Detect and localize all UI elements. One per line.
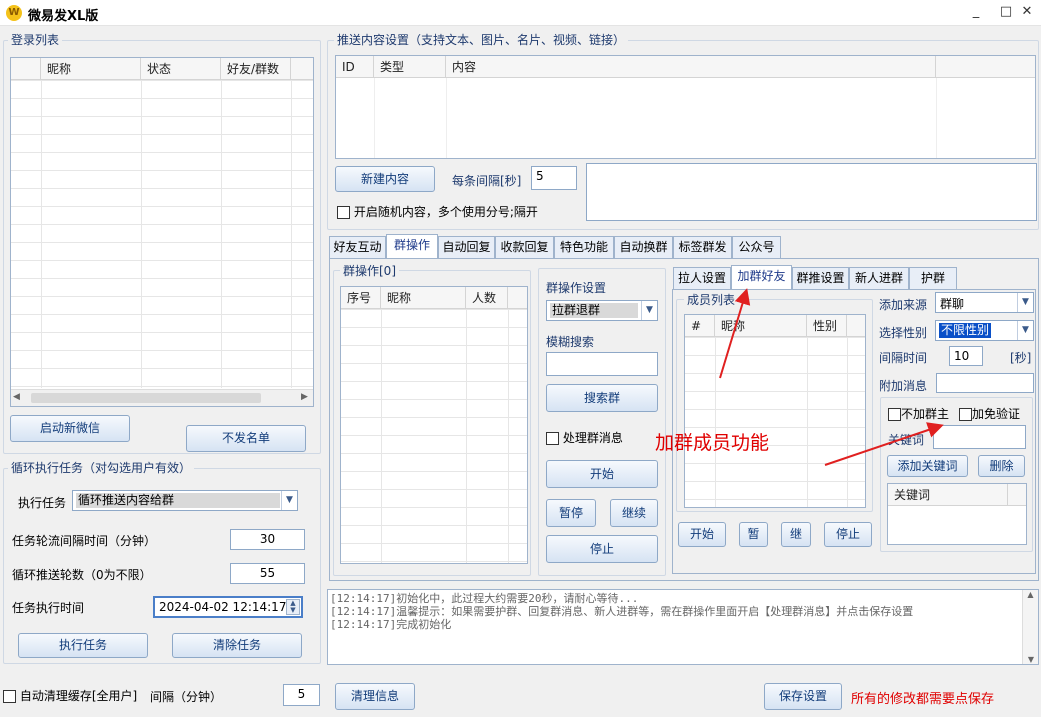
- task-select[interactable]: 循环推送内容给群 ▼: [72, 490, 298, 511]
- random-content-textarea[interactable]: [586, 163, 1037, 221]
- vertical-scrollbar[interactable]: ▲ ▼: [1022, 590, 1038, 664]
- col-type[interactable]: 类型: [374, 56, 446, 78]
- member-continue-button[interactable]: 继: [781, 522, 811, 547]
- auto-clear-cache-checkbox[interactable]: 自动清理缓存[全用户]: [3, 687, 137, 704]
- col-keyword[interactable]: 关键词: [888, 484, 1008, 506]
- login-list-legend: 登录列表: [8, 31, 63, 48]
- cache-gap-input[interactable]: 5: [283, 684, 320, 706]
- tab-payment-reply[interactable]: 收款回复: [495, 236, 554, 258]
- log-line: [12:14:17]完成初始化: [330, 618, 452, 631]
- tab-group-operation[interactable]: 群操作: [386, 234, 438, 258]
- group-settings-label: 群操作设置: [546, 281, 607, 295]
- task-label: 执行任务: [18, 496, 67, 510]
- log-line: [12:14:17]初始化中，此过程大约需要20秒，请耐心等待...: [330, 592, 639, 605]
- interval-input[interactable]: 30: [230, 529, 305, 550]
- blacklist-button[interactable]: 不发名单: [186, 425, 306, 452]
- col-member-count[interactable]: 人数: [466, 287, 508, 309]
- tab-auto-switch-group[interactable]: 自动换群: [614, 236, 673, 258]
- window-title: 微易发XL版: [28, 9, 99, 24]
- execute-task-button[interactable]: 执行任务: [18, 633, 148, 658]
- minimize-icon[interactable]: _: [962, 2, 990, 22]
- tab-tag-mass-send[interactable]: 标签群发: [673, 236, 732, 258]
- exec-time-picker[interactable]: 2024-04-02 12:14:17 ▲ ▼: [153, 596, 303, 618]
- col-friend-group-count[interactable]: 好友/群数: [221, 58, 291, 80]
- search-group-button[interactable]: 搜索群: [546, 384, 658, 412]
- chevron-down-icon[interactable]: ▼: [641, 301, 657, 320]
- close-icon[interactable]: ✕: [1013, 2, 1041, 22]
- login-list-table[interactable]: 昵称 状态 好友/群数 ◀ ▶: [10, 57, 314, 407]
- exec-time-label: 任务执行时间: [12, 601, 85, 615]
- rounds-input[interactable]: 55: [230, 563, 305, 584]
- save-hint-text: 所有的修改都需要点保存: [851, 692, 995, 707]
- table-header: 昵称 状态 好友/群数: [11, 58, 313, 80]
- group-stop-button[interactable]: 停止: [546, 535, 658, 563]
- member-start-button[interactable]: 开始: [678, 522, 726, 547]
- tab-auto-reply[interactable]: 自动回复: [438, 236, 495, 258]
- col-id[interactable]: ID: [336, 56, 374, 78]
- tab-special-features[interactable]: 特色功能: [554, 236, 614, 258]
- interval-label: 任务轮流间隔时间（分钟）: [12, 534, 157, 548]
- group-list-table[interactable]: 序号 昵称 人数: [340, 286, 528, 564]
- keyword-table[interactable]: 关键词: [887, 483, 1027, 545]
- group-list-legend: 群操作[0]: [340, 262, 399, 279]
- group-operation-select[interactable]: 拉群退群 ▼: [546, 300, 658, 321]
- clear-task-button[interactable]: 清除任务: [172, 633, 302, 658]
- tab-official-account[interactable]: 公众号: [732, 236, 781, 258]
- per-item-interval-input[interactable]: 5: [531, 166, 577, 190]
- group-pause-button[interactable]: 暂停: [546, 499, 596, 527]
- cache-gap-label: 间隔（分钟）: [150, 690, 223, 704]
- loop-task-legend: 循环执行任务（对勾选用户有效）: [8, 459, 195, 476]
- rounds-label: 循环推送轮数（0为不限）: [12, 568, 152, 582]
- arrow-to-subtab: [719, 288, 751, 379]
- spin-icon[interactable]: ▲ ▼: [286, 599, 300, 615]
- chevron-down-icon[interactable]: ▼: [281, 491, 297, 510]
- col-nickname[interactable]: 昵称: [41, 58, 141, 80]
- horizontal-scrollbar[interactable]: ◀ ▶: [11, 389, 313, 406]
- new-content-button[interactable]: 新建内容: [335, 166, 435, 192]
- title-bar: W 微易发XL版 _ □ ✕: [0, 0, 1041, 26]
- clear-log-button[interactable]: 清理信息: [335, 683, 415, 710]
- col-index[interactable]: 序号: [341, 287, 381, 309]
- push-content-legend: 推送内容设置（支持文本、图片、名片、视频、链接）: [334, 31, 629, 48]
- push-content-table[interactable]: ID 类型 内容: [335, 55, 1036, 159]
- tab-friend-interaction[interactable]: 好友互动: [329, 236, 386, 258]
- start-new-wechat-button[interactable]: 启动新微信: [10, 415, 130, 442]
- annotation-arrows: [719, 288, 944, 466]
- col-status[interactable]: 状态: [141, 58, 221, 80]
- member-pause-button[interactable]: 暂: [739, 522, 768, 547]
- log-line: [12:14:17]温馨提示：如果需要护群、回复群消息、新人进群等，需在群操作里…: [330, 605, 914, 618]
- arrow-to-keyword: [824, 422, 944, 466]
- random-content-checkbox[interactable]: 开启随机内容，多个使用分号;隔开: [337, 203, 538, 220]
- group-start-button[interactable]: 开始: [546, 460, 658, 488]
- save-settings-button[interactable]: 保存设置: [764, 683, 842, 710]
- table-body: [11, 80, 313, 388]
- fuzzy-search-label: 模糊搜索: [546, 335, 595, 349]
- col-content[interactable]: 内容: [446, 56, 936, 78]
- col-group-nickname[interactable]: 昵称: [381, 287, 466, 309]
- group-continue-button[interactable]: 继续: [610, 499, 658, 527]
- log-panel[interactable]: [12:14:17]初始化中，此过程大约需要20秒，请耐心等待... [12:1…: [327, 589, 1039, 665]
- member-stop-button[interactable]: 停止: [824, 522, 872, 547]
- fuzzy-search-input[interactable]: [546, 352, 658, 376]
- per-item-interval-label: 每条间隔[秒]: [452, 174, 522, 188]
- process-group-message-checkbox[interactable]: 处理群消息: [546, 429, 623, 446]
- app-logo-icon: W: [6, 5, 22, 21]
